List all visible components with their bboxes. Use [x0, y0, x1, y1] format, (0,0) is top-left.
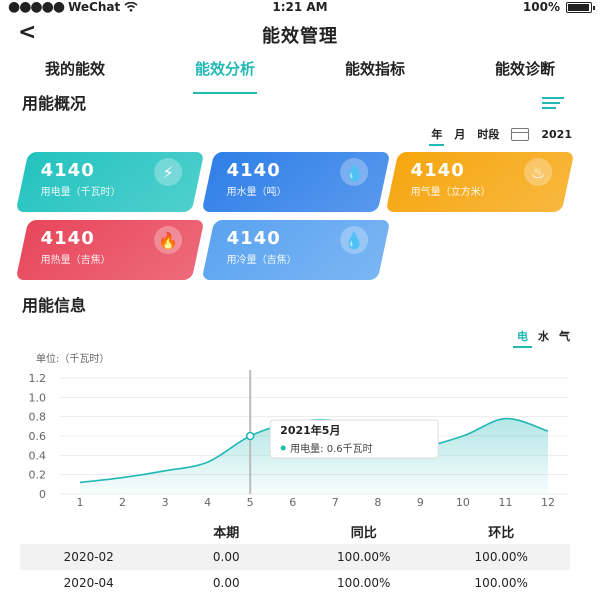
overview-title: 用能概况 — [22, 94, 87, 113]
y-tick-label: 1.0 — [29, 391, 47, 404]
card-value: 4140 — [40, 160, 95, 181]
menu-icon[interactable] — [542, 97, 564, 109]
energy-type-electricity[interactable]: 电 — [513, 328, 532, 348]
table-cell: 100.00% — [337, 550, 391, 564]
card-label: 用水量（吨） — [226, 187, 287, 198]
battery-percent: 100% — [522, 0, 560, 14]
period-month[interactable]: 月 — [454, 126, 465, 142]
x-tick-label: 4 — [204, 496, 211, 509]
status-bar: ●●●●● WeChat 1:21 AM 100% — [0, 0, 600, 16]
energy-type-selector: 电 水 气 — [513, 328, 570, 348]
table-cell: 0.00 — [212, 576, 240, 590]
x-tick-label: 5 — [247, 496, 254, 509]
card-gas[interactable]: 4140 用气量（立方米） ♨ — [385, 152, 575, 212]
water-drop-icon: 💧 — [340, 158, 369, 186]
energy-chart[interactable]: 00.20.40.60.81.01.21 2 3 4 5 6 7 8 9 10 11 122021年5… — [0, 360, 600, 510]
x-tick-label: 1 — [77, 496, 84, 509]
x-tick-label: 8 — [374, 496, 381, 509]
year-value[interactable]: 2021 — [541, 128, 572, 141]
card-value: 4140 — [40, 228, 95, 249]
y-tick-label: 0 — [39, 488, 46, 501]
info-title: 用能信息 — [22, 296, 87, 315]
card-water[interactable]: 4140 用水量（吨） 💧 — [201, 152, 391, 212]
nav-bar: < 能效管理 — [0, 18, 600, 50]
status-time: 1:21 AM — [272, 0, 328, 14]
tab-bar: 我的能效 能效分析 能效指标 能效诊断 — [0, 56, 600, 94]
card-value: 4140 — [226, 228, 281, 249]
table-cell: 100.00% — [474, 576, 528, 590]
tab-efficiency-analysis[interactable]: 能效分析 — [189, 56, 261, 94]
battery-icon — [566, 1, 595, 13]
x-tick-label: 10 — [456, 496, 470, 509]
table-header-cell: 同比 — [350, 525, 377, 541]
tab-efficiency-diagnosis[interactable]: 能效诊断 — [489, 56, 561, 86]
x-tick-label: 3 — [162, 496, 169, 509]
y-tick-label: 0.2 — [29, 469, 47, 482]
battery-fill — [568, 3, 589, 11]
period-year[interactable]: 年 — [429, 126, 445, 146]
table-row: 2020-02 0.00 100.00% 100.00% — [20, 544, 570, 570]
status-right: 100% — [522, 0, 595, 14]
card-cold[interactable]: 4140 用冷量（吉焦） 💧 — [201, 220, 391, 280]
x-tick-label: 7 — [332, 496, 339, 509]
card-electricity[interactable]: 4140 用电量（千瓦时） ⚡ — [15, 152, 205, 212]
x-tick-label: 2 — [119, 496, 126, 509]
x-tick-label: 12 — [541, 496, 555, 509]
flame-icon: 🔥 — [154, 226, 183, 254]
tooltip-text: 用电量: 0.6千瓦时 — [290, 442, 372, 455]
steam-icon: ♨ — [524, 158, 553, 186]
tooltip-title: 2021年5月 — [280, 423, 340, 437]
table-header: 本期 同比 环比 — [20, 518, 570, 544]
table-cell: 100.00% — [474, 550, 528, 564]
table-cell: 0.00 — [212, 550, 240, 564]
y-tick-label: 0.6 — [29, 430, 47, 443]
data-point-highlight — [245, 431, 255, 441]
card-label: 用电量（千瓦时） — [40, 187, 121, 198]
period-segment[interactable]: 时段 — [477, 126, 499, 142]
x-tick-label: 6 — [289, 496, 296, 509]
stats-table: 本期 同比 环比 2020-02 0.00 100.00% 100.00% 20… — [20, 518, 570, 596]
card-label: 用热量（吉焦） — [40, 255, 111, 266]
card-heat[interactable]: 4140 用热量（吉焦） 🔥 — [15, 220, 205, 280]
calendar-icon[interactable] — [511, 127, 530, 141]
page-title: 能效管理 — [262, 26, 338, 47]
y-tick-label: 1.2 — [29, 372, 47, 385]
x-tick-label: 11 — [498, 496, 512, 509]
card-value: 4140 — [226, 160, 281, 181]
tab-efficiency-indicators[interactable]: 能效指标 — [339, 56, 411, 86]
tooltip-dot — [280, 445, 286, 451]
card-label: 用冷量（吉焦） — [226, 255, 297, 266]
table-row: 2020-04 0.00 100.00% 100.00% — [20, 570, 570, 596]
card-label: 用气量（立方米） — [410, 187, 491, 198]
table-cell: 100.00% — [337, 576, 391, 590]
cold-water-icon: 💧 — [340, 226, 369, 254]
tab-my-efficiency[interactable]: 我的能效 — [39, 56, 111, 86]
y-tick-label: 0.8 — [29, 411, 47, 424]
y-tick-label: 0.4 — [29, 449, 47, 462]
table-header-cell: 环比 — [488, 525, 515, 541]
table-header-cell: 本期 — [213, 525, 240, 541]
x-tick-label: 9 — [417, 496, 424, 509]
table-cell: 2020-02 — [63, 550, 114, 564]
table-cell: 2020-04 — [63, 576, 114, 590]
lightning-icon: ⚡ — [154, 158, 183, 186]
card-value: 4140 — [410, 160, 465, 181]
energy-type-water[interactable]: 水 — [538, 328, 549, 344]
period-selector: 年 月 时段 2021 — [429, 126, 572, 146]
energy-type-gas[interactable]: 气 — [559, 328, 570, 344]
